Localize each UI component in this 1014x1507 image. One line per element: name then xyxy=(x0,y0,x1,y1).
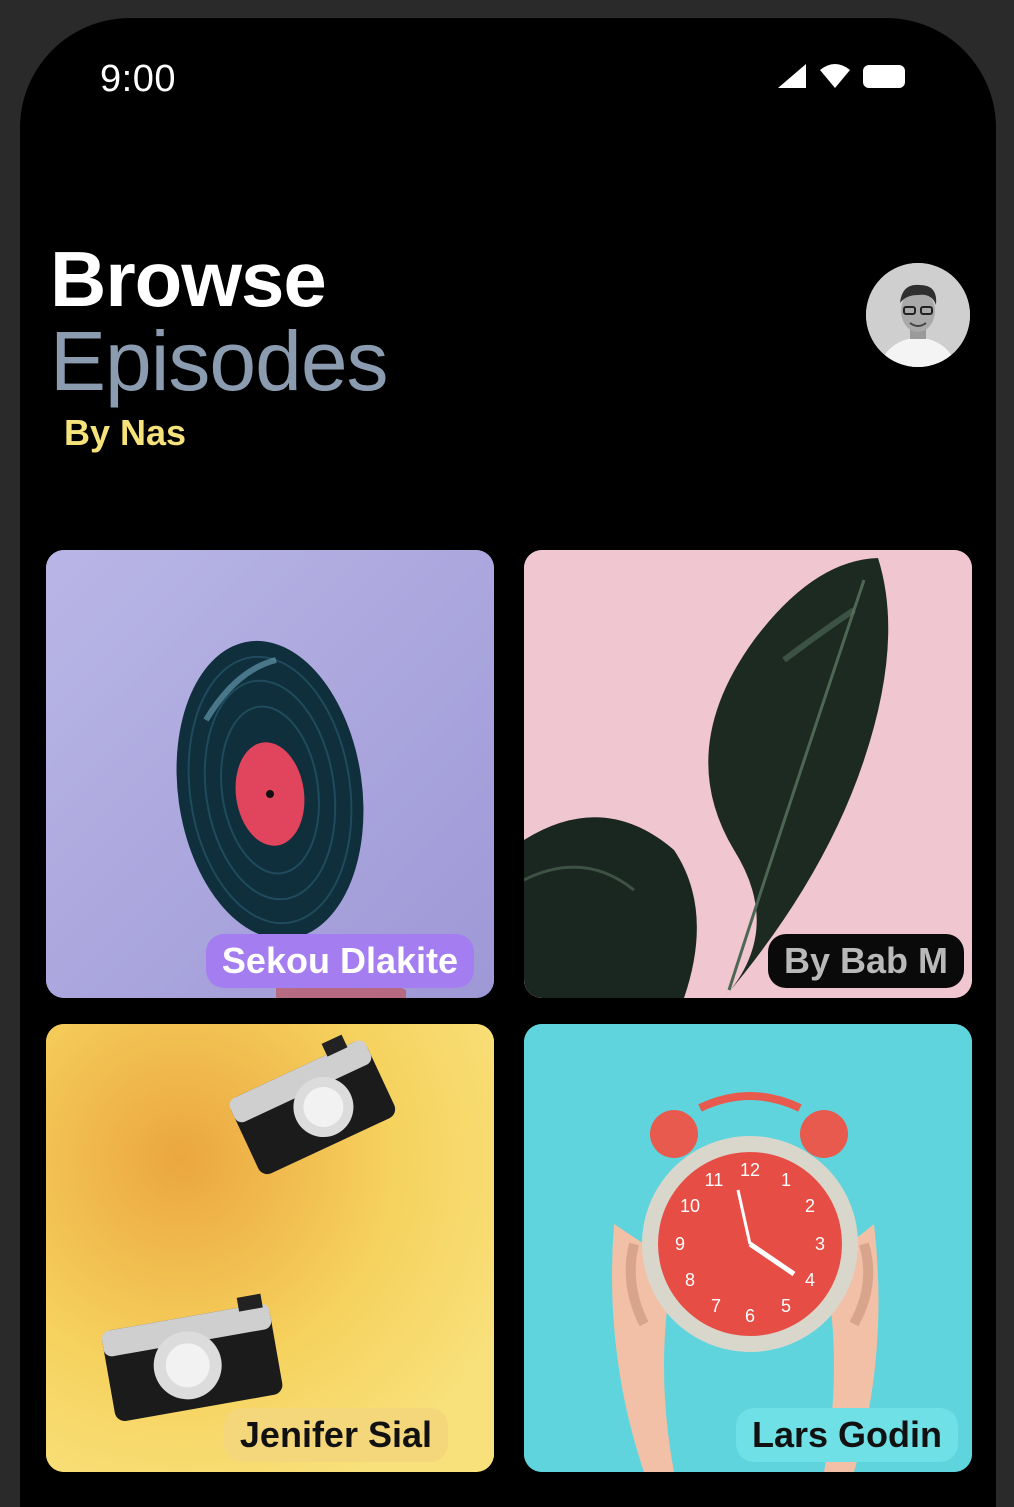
episode-author-label: Lars Godin xyxy=(735,1408,958,1462)
cameras-image xyxy=(46,1024,494,1472)
status-bar: 9:00 xyxy=(20,18,996,138)
episode-card[interactable]: By Bab M xyxy=(524,550,972,998)
avatar-image xyxy=(866,263,970,367)
rubber-plant-leaf-image xyxy=(524,550,972,998)
svg-text:2: 2 xyxy=(805,1196,815,1216)
svg-text:10: 10 xyxy=(680,1196,700,1216)
svg-text:7: 7 xyxy=(711,1296,721,1316)
status-time: 9:00 xyxy=(100,58,176,100)
episode-card[interactable]: 12 1 2 3 4 5 6 7 8 9 10 11 Lars Godin xyxy=(524,1024,972,1472)
signal-icon xyxy=(778,64,806,88)
avatar[interactable] xyxy=(866,263,970,367)
episode-author-label: By Bab M xyxy=(767,934,964,988)
svg-text:11: 11 xyxy=(705,1170,724,1190)
svg-text:5: 5 xyxy=(781,1296,791,1316)
svg-text:1: 1 xyxy=(781,1170,791,1190)
svg-text:3: 3 xyxy=(815,1234,825,1254)
page-header: Browse Episodes By Nas xyxy=(50,235,389,454)
page-title-secondary: Episodes xyxy=(50,314,389,408)
page-subtitle: By Nas xyxy=(64,412,187,453)
svg-text:9: 9 xyxy=(675,1234,685,1254)
svg-text:12: 12 xyxy=(740,1160,760,1180)
episode-author-label: Jenifer Sial xyxy=(223,1408,448,1462)
alarm-clock-image: 12 1 2 3 4 5 6 7 8 9 10 11 xyxy=(524,1024,972,1472)
page-title: Browse xyxy=(50,235,327,323)
phone-screen: 9:00 Browse Episodes By Nas Sekou Dlakit… xyxy=(20,18,996,1507)
battery-icon xyxy=(863,65,905,88)
svg-text:6: 6 xyxy=(745,1306,755,1326)
vinyl-record-image xyxy=(46,550,494,998)
episode-author-label: Sekou Dlakite xyxy=(205,934,474,988)
status-icons xyxy=(776,62,906,90)
episode-card[interactable]: Jenifer Sial xyxy=(46,1024,494,1472)
svg-text:4: 4 xyxy=(805,1270,815,1290)
wifi-icon xyxy=(820,64,850,88)
episode-card[interactable]: Sekou Dlakite xyxy=(46,550,494,998)
svg-text:8: 8 xyxy=(685,1270,695,1290)
